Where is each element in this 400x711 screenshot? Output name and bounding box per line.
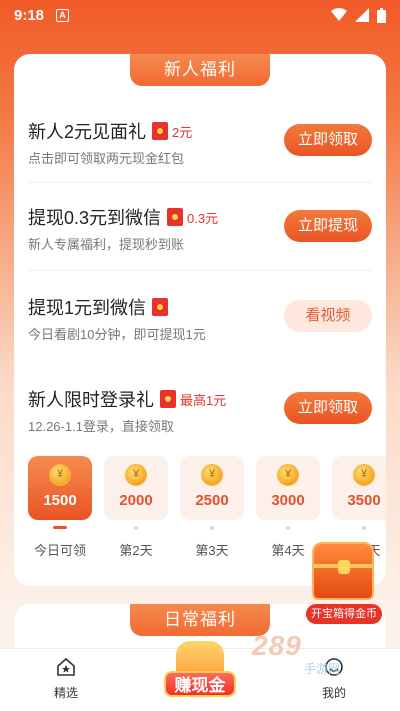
task-title: 提现1元到微信 (28, 298, 147, 318)
checkin-amount: 2500 (195, 492, 229, 509)
divider (28, 182, 372, 183)
task-reward: 0.3元 (187, 210, 219, 226)
checkin-day-label: 第2天 (119, 543, 153, 558)
checkin-amount: 1500 (43, 492, 77, 509)
task-item: 新人2元见面礼 2元 点击即可领取两元现金红包 立即领取 (14, 118, 386, 198)
task-subtitle: 12.26-1.1登录，直接领取 (28, 419, 174, 434)
coin-icon: ¥ (201, 464, 223, 486)
star-home-icon (57, 657, 75, 676)
red-envelope-icon (152, 298, 169, 316)
coin-icon: ¥ (49, 464, 71, 486)
task-title: 新人2元见面礼 (28, 122, 147, 142)
indicator-dot (286, 526, 290, 530)
card-title: 新人福利 (130, 54, 270, 86)
watermark-sub: 手游网 (304, 662, 341, 676)
signal-icon (355, 8, 369, 22)
watch-video-button[interactable]: 看视频 (284, 300, 372, 332)
battery-icon (377, 7, 386, 23)
task-subtitle: 今日看剧10分钟，即可提现1元 (28, 327, 206, 342)
coin-icon: ¥ (353, 464, 375, 486)
card-title: 日常福利 (130, 604, 270, 636)
checkin-day[interactable]: ¥ 2000 (104, 456, 168, 520)
red-envelope-icon (167, 208, 184, 226)
status-bar: 9:18 A (0, 0, 400, 30)
task-item: 提现1元到微信 今日看剧10分钟，即可提现1元 看视频 (14, 294, 386, 374)
checkin-day-label: 今日可领 (33, 543, 86, 558)
nav-item-featured[interactable]: 精选 (36, 657, 96, 701)
task-item: 提现0.3元到微信 0.3元 新人专属福利，提现秒到账 立即提现 (14, 204, 386, 284)
indicator-dot (362, 526, 366, 530)
indicator-dot (210, 526, 214, 530)
treasure-label: 开宝箱得金币 (306, 604, 382, 624)
nav-label: 精选 (53, 686, 78, 700)
task-title: 提现0.3元到微信 (28, 208, 162, 228)
red-envelope-icon (152, 122, 169, 140)
task-item: 新人限时登录礼 最高1元 12.26-1.1登录，直接领取 立即领取 (14, 386, 386, 466)
bottom-nav: 精选 赚现金 我的 (0, 641, 400, 711)
watermark: 289 (252, 630, 302, 661)
task-reward: 最高1元 (180, 392, 227, 408)
task-title: 新人限时登录礼 (28, 390, 154, 410)
wifi-icon (331, 8, 347, 21)
nav-item-earn-cash[interactable]: 赚现金 (164, 641, 236, 705)
checkin-day-label: 第3天 (195, 543, 229, 558)
checkin-amount: 3000 (271, 492, 305, 509)
newbie-welfare-card: 新人福利 新人2元见面礼 2元 点击即可领取两元现金红包 立即领取 提现0.3元… (14, 54, 386, 586)
checkin-day[interactable]: ¥ 2500 (180, 456, 244, 520)
notification-icon: A (56, 8, 70, 22)
coin-icon: ¥ (277, 464, 299, 486)
withdraw-button[interactable]: 立即提现 (284, 210, 372, 242)
treasure-chest-icon (312, 542, 374, 600)
task-subtitle: 点击即可领取两元现金红包 (28, 151, 185, 166)
checkin-amount: 3500 (347, 492, 381, 509)
checkin-day[interactable]: ¥ 3000 (256, 456, 320, 520)
claim-button[interactable]: 立即领取 (284, 392, 372, 424)
claim-button[interactable]: 立即领取 (284, 124, 372, 156)
checkin-day[interactable]: ¥ 1500 (28, 456, 92, 520)
treasure-chest-button[interactable]: 开宝箱得金币 (306, 542, 382, 624)
coin-icon: ¥ (125, 464, 147, 486)
active-indicator (53, 526, 67, 529)
divider (28, 270, 372, 271)
indicator-dot (134, 526, 138, 530)
task-subtitle: 新人专属福利，提现秒到账 (28, 237, 185, 252)
status-time: 9:18 (14, 6, 45, 24)
checkin-amount: 2000 (119, 492, 153, 509)
checkin-day[interactable]: ¥ 3500 (332, 456, 386, 520)
nav-label: 赚现金 (164, 671, 236, 697)
nav-label: 我的 (321, 686, 346, 700)
task-reward: 2元 (172, 124, 193, 140)
red-envelope-icon (160, 390, 176, 408)
